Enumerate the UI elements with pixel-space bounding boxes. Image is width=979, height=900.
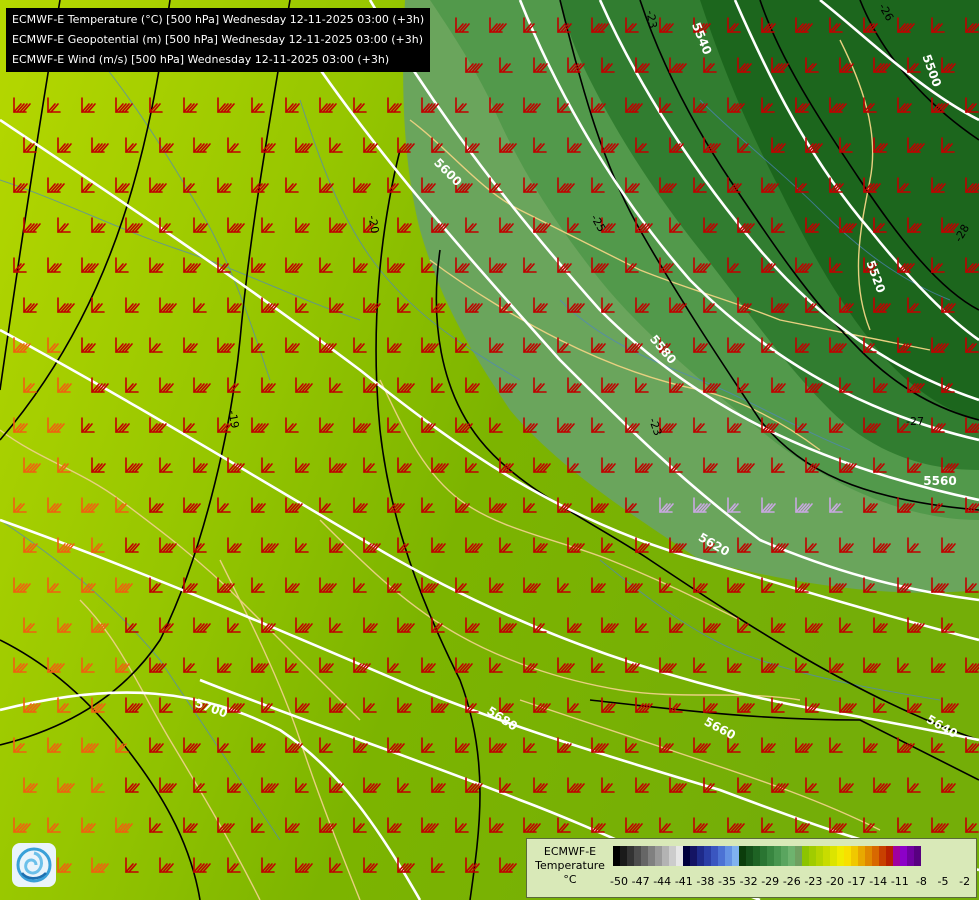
legend-color-swatch — [634, 846, 641, 866]
legend-tick-label: -11 — [890, 875, 909, 888]
legend-tick-label: -14 — [869, 875, 888, 888]
legend-color-swatch — [802, 846, 809, 866]
legend-color-swatch — [627, 846, 634, 866]
legend-tick-label: -17 — [847, 875, 866, 888]
legend-color-swatch — [760, 846, 767, 866]
legend-color-swatch — [774, 846, 781, 866]
legend-color-swatch — [767, 846, 774, 866]
legend-color-swatch — [739, 846, 746, 866]
geopotential-label: 5560 — [923, 474, 956, 488]
legend-color-swatch — [711, 846, 718, 866]
legend-tick-label: -47 — [631, 875, 650, 888]
legend-tick-label: -50 — [610, 875, 628, 888]
legend-color-swatch — [718, 846, 725, 866]
legend-tick-label: -44 — [653, 875, 672, 888]
legend-color-swatch — [872, 846, 879, 866]
legend-color-swatch — [781, 846, 788, 866]
legend-color-swatch — [725, 846, 732, 866]
legend-color-swatch — [613, 846, 620, 866]
temperature-title: ECMWF-E Temperature (°C) [500 hPa] Wedne… — [12, 13, 425, 26]
legend-tick-label: -41 — [674, 875, 693, 888]
legend-color-swatch — [851, 846, 858, 866]
legend-title-line: °C — [563, 873, 577, 886]
legend-tick-label: -29 — [761, 875, 780, 888]
legend-color-swatch — [697, 846, 704, 866]
legend-tick-label: -2 — [959, 875, 971, 888]
legend-color-swatch — [704, 846, 711, 866]
legend-tick-label: -5 — [937, 875, 949, 888]
legend-tick-label: -35 — [718, 875, 736, 888]
wind-title: ECMWF-E Wind (m/s) [500 hPa] Wednesday 1… — [12, 53, 390, 66]
legend-color-swatch — [837, 846, 844, 866]
legend-color-swatch — [865, 846, 872, 866]
legend-tick-label: -23 — [804, 875, 823, 888]
legend-tick-label: -32 — [739, 875, 758, 888]
legend-color-swatch — [823, 846, 830, 866]
temperature-label: -27 — [906, 415, 924, 428]
legend-color-swatch — [648, 846, 655, 866]
legend-colorbar — [613, 846, 921, 866]
legend-tick-label: -38 — [696, 875, 715, 888]
legend-title: ECMWF-E Temperature °C — [531, 845, 609, 887]
legend-color-swatch — [844, 846, 851, 866]
legend-color-swatch — [655, 846, 662, 866]
legend-color-swatch — [676, 846, 683, 866]
legend-tick-label: -8 — [915, 875, 927, 888]
map-title-box: ECMWF-E Temperature (°C) [500 hPa] Wedne… — [6, 8, 431, 72]
legend-color-swatch — [795, 846, 802, 866]
legend-color-swatch — [907, 846, 914, 866]
legend-tick-labels: -50 -47 -44 -41 -38 -35 -32 -29 -26 -23 -20 -17 -14-… — [610, 875, 973, 889]
legend-color-swatch — [753, 846, 760, 866]
legend-color-swatch — [914, 846, 921, 866]
legend-tick-label: -20 — [826, 875, 844, 888]
ecmwf-logo-icon — [12, 843, 56, 887]
legend-color-swatch — [788, 846, 795, 866]
legend-color-swatch — [662, 846, 669, 866]
legend-color-swatch — [900, 846, 907, 866]
legend-color-swatch — [641, 846, 648, 866]
geopotential-title: ECMWF-E Geopotential (m) [500 hPa] Wedne… — [12, 33, 423, 46]
legend-color-swatch — [886, 846, 893, 866]
legend-color-swatch — [746, 846, 753, 866]
legend-color-swatch — [732, 846, 739, 866]
legend-tick-label: -26 — [782, 875, 801, 888]
weather-map: 5500552055405560558056005620564056605680… — [0, 0, 979, 900]
legend-color-swatch — [816, 846, 823, 866]
legend-color-swatch — [690, 846, 697, 866]
legend-color-swatch — [620, 846, 627, 866]
legend-color-swatch — [879, 846, 886, 866]
legend-color-swatch — [809, 846, 816, 866]
legend-color-swatch — [830, 846, 837, 866]
temperature-legend: ECMWF-E Temperature °C -50 -47 -44 -41 -38 -3… — [526, 838, 977, 898]
legend-title-line: Temperature — [535, 859, 605, 872]
legend-color-swatch — [858, 846, 865, 866]
legend-color-swatch — [669, 846, 676, 866]
legend-title-line: ECMWF-E — [543, 845, 597, 858]
legend-color-swatch — [683, 846, 690, 866]
legend-color-swatch — [893, 846, 900, 866]
